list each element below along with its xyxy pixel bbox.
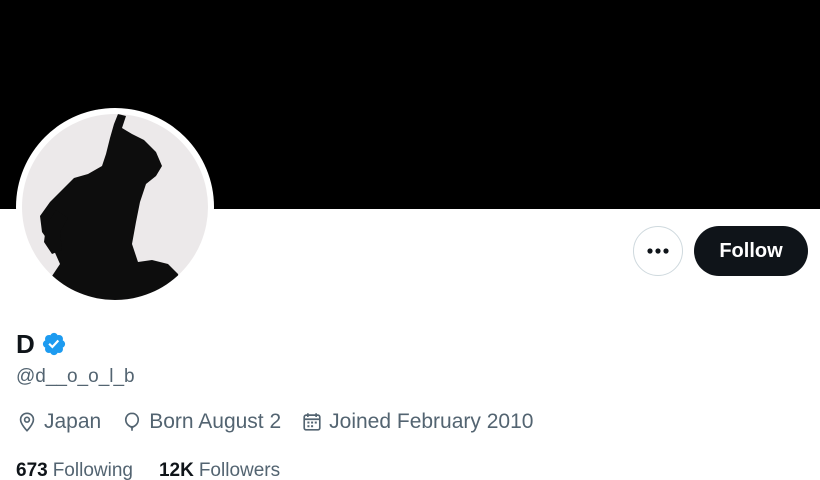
birthday-text: Born August 2	[149, 410, 282, 433]
profile-avatar[interactable]	[16, 108, 214, 306]
following-link[interactable]: 673 Following	[16, 460, 133, 480]
follow-button[interactable]: Follow	[694, 226, 808, 276]
following-count: 673	[16, 460, 48, 480]
balloon-icon	[125, 412, 140, 431]
birthday-item: Born August 2	[121, 410, 281, 434]
following-label: Following	[52, 460, 133, 480]
profile-meta: Japan Born August 2 Joined February 2010	[16, 410, 553, 434]
followers-label: Followers	[198, 460, 281, 480]
location-item: Japan	[16, 410, 101, 434]
followers-count: 12K	[158, 460, 194, 480]
ellipsis-icon	[647, 248, 669, 254]
map-pin-icon	[19, 412, 35, 432]
display-name: D	[16, 329, 35, 359]
calendar-icon	[303, 413, 321, 431]
more-options-button[interactable]	[633, 226, 683, 276]
avatar-image	[22, 114, 208, 300]
followers-link[interactable]: 12K Followers	[159, 460, 280, 480]
user-handle: @d__o_o_l_b	[16, 366, 135, 387]
name-row: D	[16, 328, 67, 360]
follow-stats: 673 Following 12K Followers	[16, 460, 306, 480]
joined-text: Joined February 2010	[329, 410, 534, 433]
location-text: Japan	[44, 410, 102, 433]
joined-item: Joined February 2010	[301, 410, 533, 434]
verified-badge-icon[interactable]	[41, 331, 67, 357]
